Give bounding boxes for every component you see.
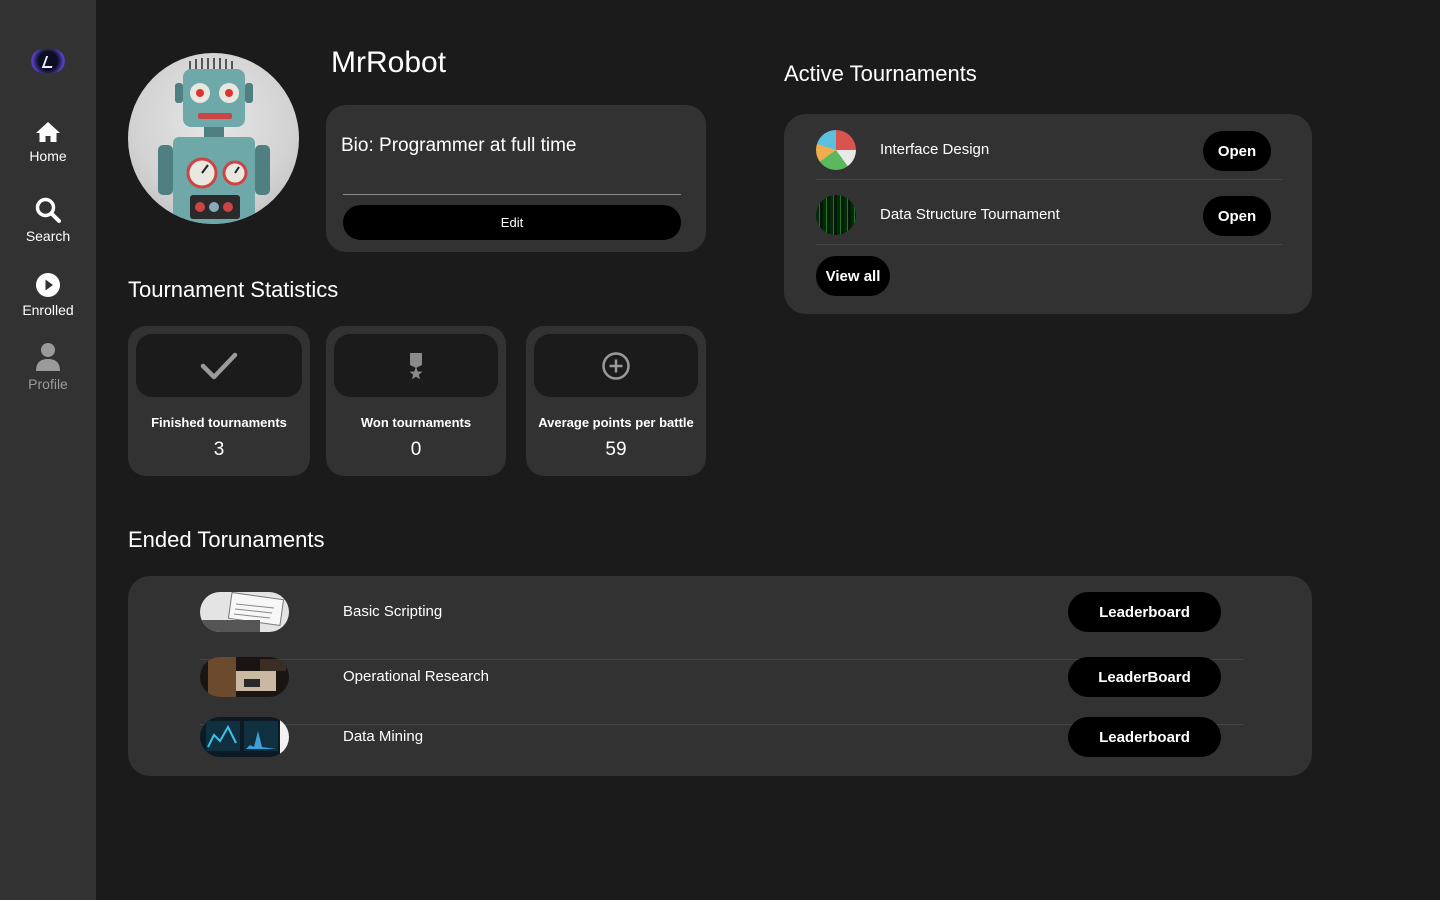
bio-card: Bio: Programmer at full time Edit — [326, 105, 706, 252]
sidebar-item-label: Enrolled — [22, 302, 74, 318]
stat-card-won: Won tournaments 0 — [326, 326, 506, 476]
bio-divider — [343, 194, 681, 195]
leaderboard-button[interactable]: Leaderboard — [1068, 717, 1221, 757]
tournament-thumbnail — [200, 592, 289, 632]
stat-label: Average points per battle — [538, 415, 694, 430]
tournament-name: Data Mining — [343, 728, 424, 745]
stat-label: Finished tournaments — [151, 415, 287, 430]
stat-card-finished: Finished tournaments 3 — [128, 326, 310, 476]
app-logo[interactable] — [31, 49, 65, 73]
divider — [816, 244, 1282, 245]
stat-label: Won tournaments — [360, 415, 472, 430]
list-item: Data Structure Tournament Open — [816, 180, 1282, 245]
leaderboard-button[interactable]: LeaderBoard — [1068, 657, 1221, 697]
active-tournaments-card: Interface Design Open Data Structure Tou… — [784, 114, 1312, 314]
sidebar-item-search[interactable]: Search — [0, 196, 96, 244]
tournament-name: Operational Research — [343, 668, 489, 685]
tournament-thumbnail — [200, 657, 289, 697]
bio-text: Bio: Programmer at full time — [341, 135, 577, 156]
sidebar-item-profile[interactable]: Profile — [0, 342, 96, 392]
list-item: Data Mining Leaderboard — [200, 717, 1244, 769]
leaderboard-button[interactable]: Leaderboard — [1068, 592, 1221, 632]
open-button[interactable]: Open — [1203, 196, 1271, 236]
tournament-thumbnail — [200, 717, 289, 757]
sidebar-item-label: Search — [25, 228, 71, 244]
username: MrRobot — [331, 46, 447, 79]
robot-avatar-image — [158, 58, 270, 224]
play-icon — [36, 273, 60, 297]
open-button[interactable]: Open — [1203, 131, 1271, 171]
stat-value: 0 — [410, 439, 422, 460]
sidebar-item-label: Profile — [28, 376, 68, 392]
edit-button[interactable]: Edit — [343, 205, 681, 240]
list-item: Operational Research LeaderBoard — [200, 657, 1244, 725]
stat-value: 59 — [605, 439, 627, 460]
tournament-name: Interface Design — [880, 141, 990, 158]
sidebar: Home Search Enrolled Profile — [0, 0, 96, 900]
sidebar-item-label: Home — [29, 148, 67, 164]
list-item: Basic Scripting Leaderboard — [200, 592, 1244, 660]
tournament-thumbnail — [816, 195, 856, 235]
ended-tournaments-title: Ended Torunaments — [128, 527, 325, 552]
stat-icon-box — [534, 334, 698, 397]
tournament-name: Basic Scripting — [343, 603, 443, 620]
stat-value: 3 — [213, 439, 225, 460]
search-icon — [35, 197, 61, 223]
medal-icon — [409, 352, 423, 379]
check-icon — [200, 352, 238, 379]
plus-circle-icon — [602, 351, 630, 380]
active-tournaments-title: Active Tournaments — [784, 61, 977, 86]
tournament-name: Data Structure Tournament — [880, 206, 1060, 223]
list-item: Interface Design Open — [816, 115, 1282, 180]
avatar — [128, 53, 299, 224]
stat-card-average: Average points per battle 59 — [526, 326, 706, 476]
home-icon — [36, 122, 60, 142]
stats-title: Tournament Statistics — [128, 277, 339, 302]
view-all-button[interactable]: View all — [816, 256, 890, 296]
sidebar-item-enrolled[interactable]: Enrolled — [0, 272, 96, 318]
sidebar-item-home[interactable]: Home — [0, 120, 96, 164]
tournament-thumbnail — [816, 130, 856, 170]
ended-tournaments-card: Basic Scripting Leaderboard Operational … — [128, 576, 1312, 776]
stat-icon-box — [334, 334, 498, 397]
user-icon — [36, 343, 60, 371]
stat-icon-box — [136, 334, 302, 397]
